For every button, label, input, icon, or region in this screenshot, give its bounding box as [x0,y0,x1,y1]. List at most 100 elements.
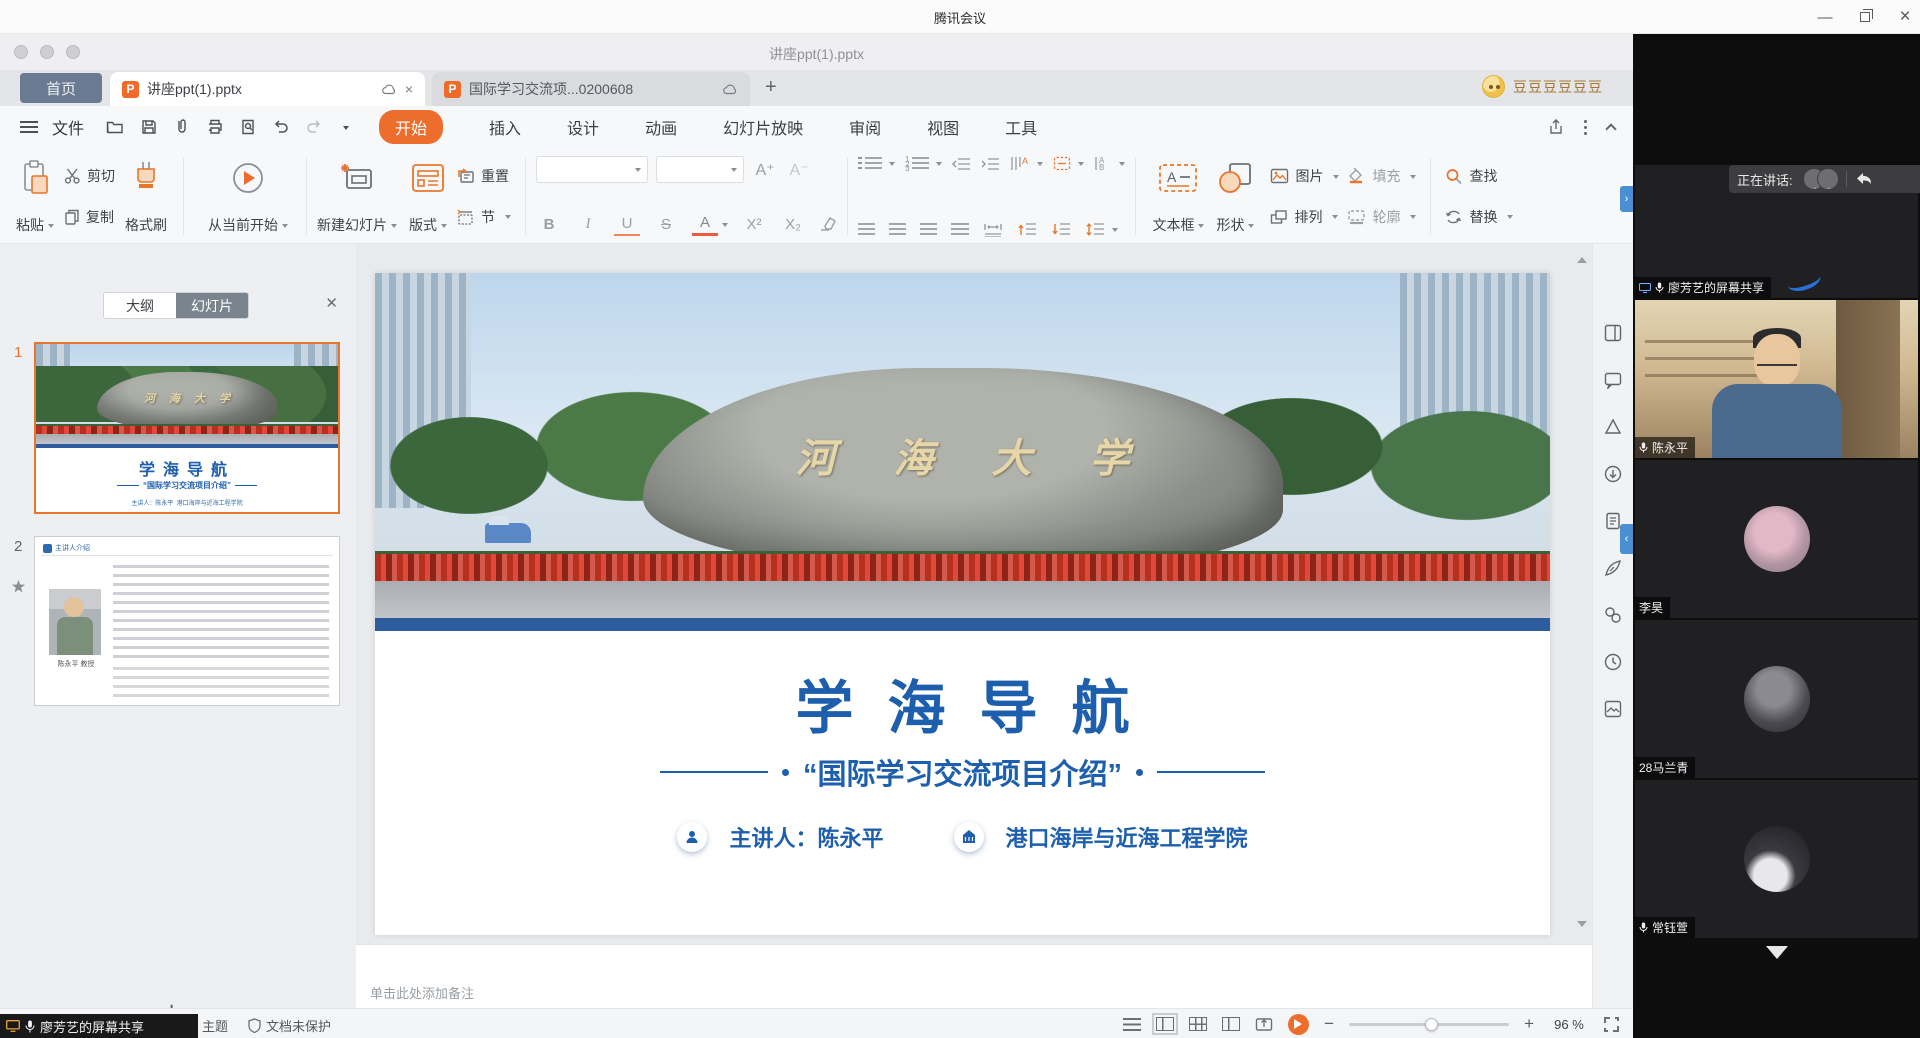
zoom-slider-handle[interactable] [1425,1018,1438,1031]
canvas-scrollbar[interactable] [1576,252,1588,934]
shapes-caret-icon[interactable] [1248,224,1254,231]
shapes-button[interactable]: 形状 [1210,154,1260,239]
gallery-pane-icon[interactable] [1604,700,1622,718]
distribute-icon[interactable] [983,223,1003,237]
text-direction-button[interactable]: A [1010,156,1043,171]
picture-caret-icon[interactable] [1333,175,1339,182]
participant-tile[interactable]: 常钰萱 [1635,780,1918,938]
layout-button[interactable]: 版式 [403,154,453,239]
doc-tab-active[interactable]: P 讲座ppt(1).pptx × [110,72,425,106]
slide-2-thumbnail[interactable]: 主讲人介绍 陈永平 教授 [34,536,340,706]
outline-tab[interactable]: 大纲 [104,293,176,318]
increase-spacing-icon[interactable] [1017,222,1037,237]
find-button[interactable]: 查找 [1445,161,1513,191]
home-button[interactable]: 首页 [20,73,102,103]
numbered-list-button[interactable]: 123 [905,156,942,172]
tab-slideshow[interactable]: 幻灯片放映 [723,115,803,139]
grow-font-button[interactable]: A⁺ [752,157,778,183]
clip-icon[interactable] [174,119,190,135]
account-area[interactable]: 豆豆豆豆豆豆 [1482,75,1603,98]
share-icon[interactable] [1548,119,1564,135]
tab-view[interactable]: 视图 [927,115,959,139]
textbox-caret-icon[interactable] [1198,224,1204,231]
fill-button[interactable]: 填充 [1347,161,1416,191]
back-arrow-icon[interactable] [1856,172,1872,186]
theme-label[interactable]: 主题 [202,1016,228,1035]
ribbon-more-icon[interactable]: › [1620,186,1633,212]
tab-review[interactable]: 审阅 [849,115,881,139]
tab-tools[interactable]: 工具 [1005,115,1037,139]
hamburger-icon[interactable] [20,121,38,133]
outline-button[interactable]: 轮廓 [1347,202,1416,232]
zoom-value[interactable]: 96 % [1549,1017,1589,1032]
decrease-spacing-icon[interactable] [1051,222,1071,237]
underline-button[interactable]: U [614,212,640,236]
subscript-button[interactable]: X₂ [780,211,806,237]
more-icon[interactable] [1584,126,1587,129]
design-pane-icon[interactable] [1604,418,1622,436]
expand-pane-icon[interactable]: ‹ [1620,524,1633,554]
fill-caret-icon[interactable] [1410,175,1416,182]
restore-icon[interactable] [1858,10,1872,24]
font-color-button[interactable]: A [692,212,718,236]
participant-tile[interactable]: 陈永平 [1635,300,1918,458]
save-icon[interactable] [141,119,157,135]
section-button[interactable]: 节 [457,202,511,232]
copy-button[interactable]: 复制 [64,202,115,232]
collapse-ribbon-icon[interactable] [1605,123,1616,134]
cut-button[interactable]: 剪切 [64,161,115,191]
italic-button[interactable]: I [575,211,601,237]
layout-caret-icon[interactable] [441,224,447,231]
open-folder-icon[interactable] [106,119,124,135]
notes-view-icon[interactable] [1123,1018,1141,1031]
current-slide[interactable]: 河海大学 学海导航 “国际学习交流项目介绍” [375,273,1550,935]
format-painter-button[interactable]: 格式刷 [119,154,173,239]
zoom-out-button[interactable]: − [1324,1014,1334,1034]
transition-pane-icon[interactable] [1604,606,1622,624]
arrange-button[interactable]: 排列 [1270,202,1339,232]
align-text-button[interactable]: AB [1094,156,1125,171]
close-icon[interactable]: × [1898,10,1912,24]
justify-icon[interactable] [951,223,969,236]
animation-pane-icon[interactable] [1604,559,1622,577]
textbox-button[interactable]: A 文本框 [1146,154,1210,239]
font-size-select[interactable] [656,156,744,183]
new-slide-caret-icon[interactable] [391,224,397,231]
redo-icon[interactable] [306,120,322,134]
new-tab-button[interactable]: + [765,76,777,99]
task-pane-icon[interactable] [1604,324,1622,342]
arrange-caret-icon[interactable] [1332,215,1338,222]
outline-caret-icon[interactable] [1410,215,1416,222]
line-spacing-button[interactable] [1085,222,1118,237]
history-pane-icon[interactable] [1604,653,1622,671]
slides-tab[interactable]: 幻灯片 [176,293,248,318]
shrink-font-button[interactable]: A⁻ [786,157,812,183]
section-caret-icon[interactable] [505,215,511,222]
tab-design[interactable]: 设计 [567,115,599,139]
align-left-icon[interactable] [858,223,875,236]
font-name-select[interactable] [536,156,648,183]
tab-close-icon[interactable]: × [405,81,413,97]
new-slide-button[interactable]: 新建幻灯片 [311,154,403,239]
doc-tab-idle[interactable]: P 国际学习交流项...0200608 [432,72,750,106]
increase-indent-icon[interactable] [981,157,1000,171]
play-from-current-button[interactable]: 从当前开始 [194,154,302,239]
paste-caret-icon[interactable] [48,224,54,231]
participant-tile[interactable]: 28马兰青 [1635,620,1918,778]
font-color-caret-icon[interactable] [722,223,728,230]
paste-button[interactable]: 粘贴 [10,154,60,239]
bullet-list-button[interactable] [858,157,895,170]
tab-insert[interactable]: 插入 [489,115,521,139]
clear-format-icon[interactable] [819,216,837,232]
superscript-button[interactable]: X² [741,211,767,237]
menu-file[interactable]: 文件 [52,115,84,139]
protection-status[interactable]: 文档未保护 [248,1016,331,1035]
align-center-icon[interactable] [889,223,906,236]
read-view-icon[interactable] [1222,1017,1240,1031]
sorter-view-icon[interactable] [1189,1017,1207,1031]
zoom-in-button[interactable]: + [1524,1014,1534,1034]
replace-caret-icon[interactable] [1507,215,1513,222]
participant-tile[interactable]: 李昊 [1635,460,1918,618]
tab-start[interactable]: 开始 [379,110,443,144]
normal-view-icon[interactable] [1156,1017,1174,1031]
